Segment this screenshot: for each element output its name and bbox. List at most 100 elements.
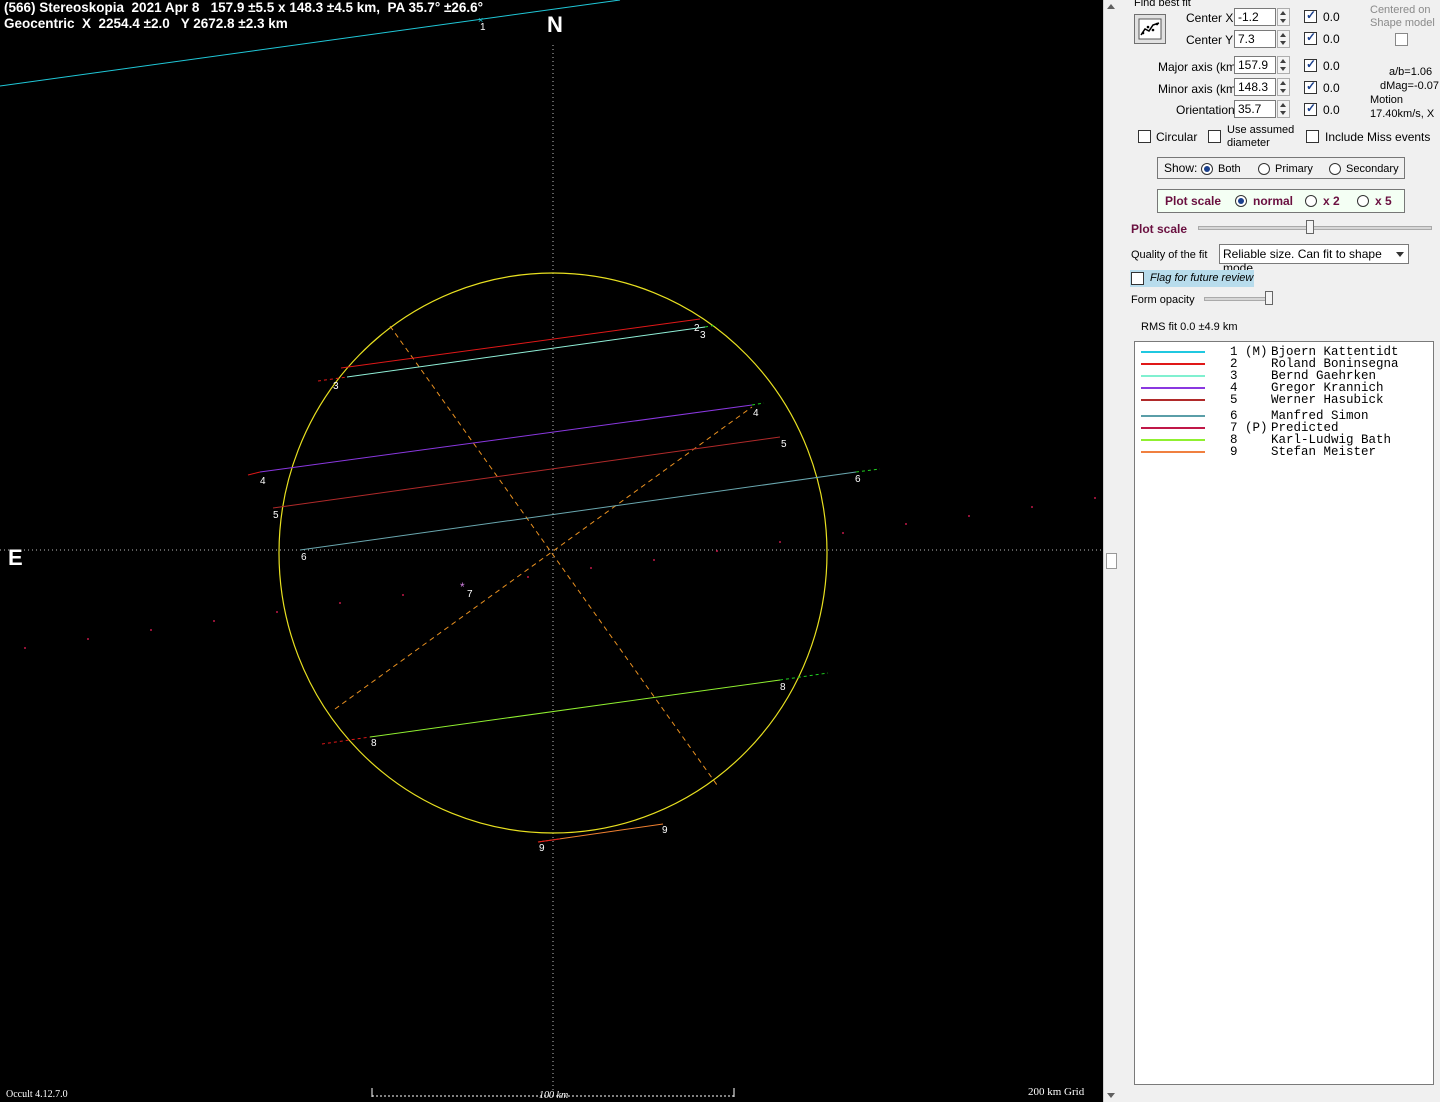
legend-swatch-3 xyxy=(1141,375,1205,377)
observer-legend: 1 (M) Bjoern Kattentidt 2 Roland Boninse… xyxy=(1134,341,1434,1085)
center-x-spinner[interactable] xyxy=(1277,8,1290,26)
version-label: Occult 4.12.7.0 xyxy=(6,1089,68,1100)
chord-2-label-right: 2 xyxy=(694,323,700,334)
chord-8-error-right xyxy=(779,672,829,681)
plot-canvas: × 1 3 3 2 4 4 5 5 6 6 * 7 8 8 9 9 xyxy=(0,0,1103,1097)
center-x-checkbox[interactable] xyxy=(1304,8,1317,23)
plot-scale-slider[interactable] xyxy=(1198,226,1432,230)
chord-1-label: 1 xyxy=(480,22,486,33)
include-miss-checkbox[interactable] xyxy=(1306,130,1319,143)
chord-5-line xyxy=(272,436,781,509)
scale-label: 100 km xyxy=(539,1090,569,1101)
plot-scale-x5-label: x 5 xyxy=(1375,194,1392,208)
minor-axis-checkbox[interactable] xyxy=(1304,79,1317,94)
chord-3-line xyxy=(346,326,706,378)
center-y-spinner[interactable] xyxy=(1277,30,1290,48)
include-miss-label: Include Miss events xyxy=(1325,130,1431,144)
chord-4-error-left xyxy=(247,471,261,476)
plot-scale-normal-radio[interactable] xyxy=(1235,195,1247,207)
axis-ratio-label: a/b=1.06 xyxy=(1389,66,1433,78)
orientation-input[interactable]: 35.7 xyxy=(1234,100,1276,118)
orientation-spinner[interactable] xyxy=(1277,100,1290,118)
chord-8-error-left xyxy=(321,736,371,745)
form-opacity-slider[interactable] xyxy=(1204,297,1272,301)
quality-select[interactable]: Reliable size. Can fit to shape mode xyxy=(1219,244,1409,275)
chevron-down-icon xyxy=(1396,252,1404,257)
chord-7-label: 7 xyxy=(467,589,473,600)
legend-row: 2 Roland Boninsegna xyxy=(1135,357,1435,371)
chord-4-label-left: 4 xyxy=(260,476,266,487)
chord-5-label-right: 5 xyxy=(781,439,787,450)
dmag-label: dMag=-0.07 xyxy=(1380,80,1440,92)
form-opacity-thumb[interactable] xyxy=(1265,291,1273,305)
orientation-checkbox[interactable] xyxy=(1304,101,1317,116)
major-axis-label: Major axis (km) xyxy=(1158,60,1241,74)
chord-4-label-right: 4 xyxy=(753,408,759,419)
show-label: Show: xyxy=(1164,161,1198,175)
motion-label: Motion xyxy=(1370,94,1404,106)
chord-3-label-left: 3 xyxy=(333,381,339,392)
show-both-radio[interactable] xyxy=(1201,163,1213,175)
vertical-scrollbar[interactable] xyxy=(1103,0,1118,1102)
plot-scale-x2-radio[interactable] xyxy=(1305,195,1317,207)
centered-on-label: Centered on xyxy=(1370,4,1431,16)
ellipse-minor-axis xyxy=(389,325,718,786)
show-secondary-radio[interactable] xyxy=(1329,163,1341,175)
use-assumed-diameter-checkbox[interactable] xyxy=(1208,130,1221,143)
legend-row: 9 Stefan Meister xyxy=(1135,445,1435,459)
center-y-checkbox[interactable] xyxy=(1304,30,1317,45)
header-geocentric: Geocentric X 2254.4 ±2.0 Y 2672.8 ±2.3 k… xyxy=(4,16,288,31)
show-primary-label: Primary xyxy=(1275,163,1313,175)
major-axis-checkbox[interactable] xyxy=(1304,57,1317,72)
major-axis-spinner[interactable] xyxy=(1277,56,1290,74)
legend-row: 7 (P) Predicted xyxy=(1135,421,1435,435)
minor-axis-spinner[interactable] xyxy=(1277,78,1290,96)
minor-axis-input[interactable]: 148.3 xyxy=(1234,78,1276,96)
scroll-thumb[interactable] xyxy=(1106,553,1117,569)
orientation-uncertainty: 0.0 xyxy=(1323,103,1340,117)
chord-6-label-left: 6 xyxy=(301,552,307,563)
scroll-down-icon[interactable] xyxy=(1107,1093,1115,1098)
legend-swatch-4 xyxy=(1141,387,1205,389)
plot-scale-slider-label: Plot scale xyxy=(1131,222,1188,236)
show-group: Show: Both Primary Secondary xyxy=(1157,157,1405,179)
chord-9-label-right: 9 xyxy=(662,825,668,836)
orientation-label: Orientation xyxy=(1176,103,1235,117)
scroll-up-icon[interactable] xyxy=(1107,4,1115,9)
chord-6-error-right xyxy=(855,468,881,473)
chord-8-line xyxy=(369,679,781,738)
minor-axis-label: Minor axis (km) xyxy=(1158,82,1241,96)
center-x-uncertainty: 0.0 xyxy=(1323,10,1340,24)
occultation-plot[interactable]: × 1 3 3 2 4 4 5 5 6 6 * 7 8 8 9 9 (566) … xyxy=(0,0,1103,1102)
legend-swatch-6 xyxy=(1141,415,1205,417)
major-axis-uncertainty: 0.0 xyxy=(1323,59,1340,73)
chord-5-label-left: 5 xyxy=(273,510,279,521)
plot-scale-group-label: Plot scale xyxy=(1165,194,1222,208)
chord-9-label-left: 9 xyxy=(539,843,545,854)
minor-axis-uncertainty: 0.0 xyxy=(1323,81,1340,95)
center-y-uncertainty: 0.0 xyxy=(1323,32,1340,46)
center-y-input[interactable]: 7.3 xyxy=(1234,30,1276,48)
plot-scale-slider-thumb[interactable] xyxy=(1306,220,1314,234)
chord-4-error-right xyxy=(751,402,765,406)
legend-row: 4 Gregor Krannich xyxy=(1135,381,1435,395)
chord-8-label-right: 8 xyxy=(780,682,786,693)
plot-scale-x5-radio[interactable] xyxy=(1357,195,1369,207)
find-best-fit-label: Find best fit xyxy=(1134,0,1191,9)
predicted-center-marker: * xyxy=(460,580,465,594)
center-x-label: Center X xyxy=(1186,11,1234,25)
major-axis-input[interactable]: 157.9 xyxy=(1234,56,1276,74)
form-opacity-label: Form opacity xyxy=(1131,294,1195,306)
circular-checkbox[interactable] xyxy=(1138,130,1151,143)
quality-label: Quality of the fit xyxy=(1131,249,1208,261)
show-primary-radio[interactable] xyxy=(1258,163,1270,175)
legend-row: 1 (M) Bjoern Kattentidt xyxy=(1135,345,1435,359)
use-assumed-label-2: diameter xyxy=(1227,137,1270,149)
flag-review-label: Flag for future review xyxy=(1150,272,1254,284)
find-best-fit-button[interactable] xyxy=(1134,14,1166,44)
centered-on-shape-checkbox[interactable] xyxy=(1395,33,1408,46)
center-x-input[interactable]: -1.2 xyxy=(1234,8,1276,26)
legend-num: 9 xyxy=(1230,445,1238,459)
legend-name: Stefan Meister xyxy=(1271,445,1377,459)
flag-review-checkbox[interactable] xyxy=(1131,272,1144,285)
